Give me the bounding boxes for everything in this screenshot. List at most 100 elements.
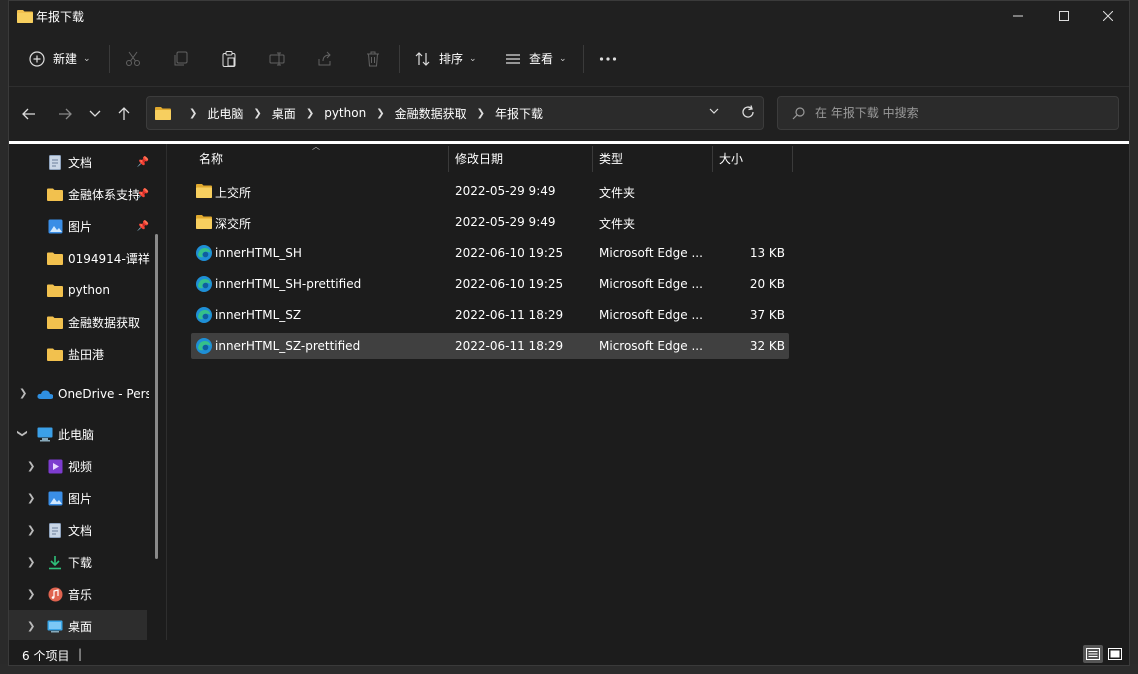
share-button[interactable] — [317, 31, 333, 86]
sidebar-item-documents[interactable]: 文档 📌 — [47, 146, 151, 178]
chevron-right-icon[interactable]: ❯ — [27, 525, 35, 536]
sidebar-item-desktop[interactable]: ❯ 桌面 — [9, 610, 147, 640]
chevron-right-icon[interactable]: ❯ — [19, 388, 27, 399]
sidebar-item-onedrive[interactable]: OneDrive - Pers — [37, 378, 149, 410]
chevron-right-icon[interactable]: ❯ — [27, 621, 35, 632]
close-button[interactable] — [1085, 1, 1129, 31]
file-type: Microsoft Edge ... — [599, 246, 703, 260]
sidebar-item-videos[interactable]: 视频 — [47, 450, 151, 482]
up-button[interactable] — [110, 100, 138, 128]
sidebar-item-folder[interactable]: 盐田港 — [47, 338, 151, 370]
sidebar-item-pictures[interactable]: 图片 — [47, 482, 151, 514]
sidebar-item-python[interactable]: python — [47, 274, 151, 306]
chevron-right-icon[interactable]: ❯ — [27, 493, 35, 504]
breadcrumb-item[interactable]: 此电脑 — [207, 105, 243, 122]
chevron-right-icon[interactable]: ❯ — [253, 108, 261, 119]
forward-button[interactable] — [51, 100, 79, 128]
computer-icon — [37, 426, 53, 442]
toolbar-separator — [109, 45, 110, 73]
sort-label: 排序 — [439, 52, 464, 66]
file-size: 37 KB — [749, 308, 785, 322]
pin-icon: 📌 — [136, 156, 149, 168]
address-bar[interactable]: ❯ 此电脑 ❯ 桌面 ❯ python ❯ 金融数据获取 ❯ 年报下载 — [146, 96, 764, 130]
column-separator[interactable] — [448, 146, 449, 172]
chevron-down-icon — [709, 108, 719, 114]
column-header-name[interactable]: 名称 — [199, 144, 439, 172]
file-row[interactable]: innerHTML_SZ 2022-06-11 18:29 Microsoft … — [191, 302, 789, 328]
file-row[interactable]: innerHTML_SH 2022-06-10 19:25 Microsoft … — [191, 240, 789, 266]
file-row-selected[interactable]: innerHTML_SZ-prettified 2022-06-11 18:29… — [191, 333, 789, 359]
large-icons-view-icon — [1108, 648, 1122, 660]
column-separator[interactable] — [712, 146, 713, 172]
folder-icon — [17, 9, 33, 26]
tiles-view-button[interactable] — [1105, 645, 1125, 663]
address-history-button[interactable] — [709, 108, 719, 115]
minimize-button[interactable] — [995, 1, 1041, 31]
file-type: Microsoft Edge ... — [599, 277, 703, 291]
file-row[interactable]: innerHTML_SH-prettified 2022-06-10 19:25… — [191, 271, 789, 297]
sidebar-item-pictures[interactable]: 图片 📌 — [47, 210, 151, 242]
chevron-right-icon[interactable]: ❯ — [376, 108, 384, 119]
view-button[interactable]: 查看 ⌄ — [505, 31, 567, 86]
sidebar-item-label: python — [68, 283, 110, 297]
music-icon — [47, 586, 63, 602]
close-icon — [1103, 11, 1113, 21]
paste-button[interactable] — [221, 31, 237, 86]
column-separator[interactable] — [592, 146, 593, 172]
search-box[interactable] — [777, 96, 1119, 130]
refresh-button[interactable] — [741, 105, 755, 119]
column-header-size[interactable]: 大小 — [719, 144, 789, 172]
maximize-button[interactable] — [1041, 1, 1087, 31]
column-header-label: 修改日期 — [455, 151, 504, 166]
sidebar-item-folder[interactable]: 金融数据获取 — [47, 306, 151, 338]
column-separator[interactable] — [792, 146, 793, 172]
document-icon — [47, 154, 63, 170]
chevron-right-icon[interactable]: ❯ — [477, 108, 485, 119]
back-button[interactable] — [15, 100, 43, 128]
sidebar-item-music[interactable]: 音乐 — [47, 578, 151, 610]
file-date: 2022-06-10 19:25 — [455, 277, 564, 291]
sort-button[interactable]: 排序 ⌄ — [415, 31, 477, 86]
cut-button[interactable] — [125, 31, 141, 86]
minimize-icon — [1013, 15, 1023, 17]
file-row[interactable]: 深交所 2022-05-29 9:49 文件夹 — [191, 209, 789, 235]
sidebar-item-documents[interactable]: 文档 — [47, 514, 151, 546]
delete-button[interactable] — [365, 31, 381, 86]
status-divider: | — [78, 647, 83, 661]
column-header-type[interactable]: 类型 — [599, 144, 709, 172]
breadcrumb-item[interactable]: 桌面 — [272, 105, 296, 122]
toolbar-separator — [583, 45, 584, 73]
sidebar-item-label: 金融数据获取 — [68, 315, 141, 330]
folder-icon — [155, 106, 171, 120]
column-header-date[interactable]: 修改日期 — [455, 144, 585, 172]
breadcrumb-item[interactable]: 金融数据获取 — [395, 105, 467, 122]
rename-button[interactable] — [269, 31, 285, 86]
sidebar-item-downloads[interactable]: 下载 — [47, 546, 151, 578]
file-row[interactable]: 上交所 2022-05-29 9:49 文件夹 — [191, 178, 789, 204]
search-input[interactable] — [813, 105, 1097, 121]
sidebar-item-folder[interactable]: 金融体系支持 📌 — [47, 178, 151, 210]
copy-button[interactable] — [173, 31, 189, 86]
details-view-button[interactable] — [1083, 645, 1103, 663]
sidebar-item-label: 桌面 — [68, 619, 93, 634]
pictures-icon — [47, 490, 63, 506]
sidebar-item-folder[interactable]: 0194914-谭祥 — [47, 242, 151, 274]
sidebar-item-this-pc[interactable]: 此电脑 — [37, 418, 149, 450]
chevron-right-icon[interactable]: ❯ — [27, 589, 35, 600]
chevron-right-icon[interactable]: ❯ — [27, 461, 35, 472]
file-name: innerHTML_SZ — [215, 308, 302, 322]
new-button[interactable]: 新建 ⌄ — [29, 31, 91, 86]
breadcrumb-item[interactable]: 年报下载 — [495, 105, 543, 122]
pin-icon: 📌 — [136, 220, 149, 232]
title-bar[interactable]: 年报下载 — [9, 1, 1129, 31]
breadcrumb-item[interactable]: python — [324, 106, 366, 120]
sidebar-scrollbar[interactable] — [155, 234, 158, 559]
chevron-down-icon[interactable]: ❯ — [17, 429, 28, 437]
chevron-right-icon[interactable]: ❯ — [306, 108, 314, 119]
file-date: 2022-05-29 9:49 — [455, 215, 556, 229]
recent-locations-button[interactable] — [81, 100, 109, 128]
chevron-right-icon: ❯ — [189, 107, 198, 119]
chevron-right-icon[interactable]: ❯ — [27, 557, 35, 568]
window-title: 年报下载 — [36, 10, 85, 24]
more-options-button[interactable] — [599, 31, 617, 86]
